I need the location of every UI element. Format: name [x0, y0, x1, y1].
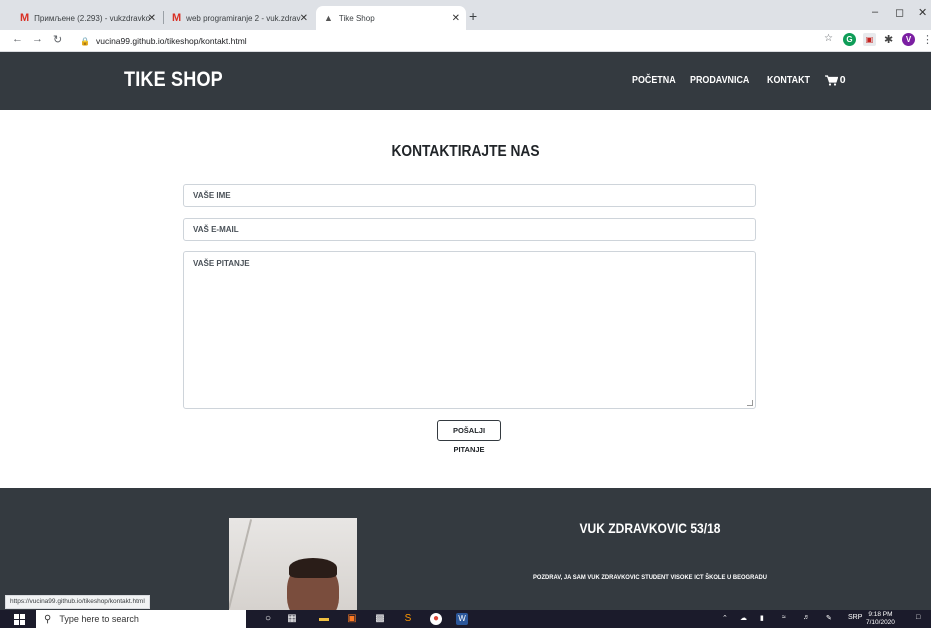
site-icon: ▲	[324, 13, 333, 23]
new-tab-icon[interactable]: +	[469, 8, 477, 24]
question-placeholder: VAŠE PITANJE	[193, 259, 250, 268]
file-explorer-icon[interactable]: ▬	[318, 613, 330, 625]
tab-title: Tike Shop	[338, 13, 375, 23]
close-window-icon[interactable]: ✕	[918, 6, 927, 19]
search-icon: ⚲	[44, 613, 52, 625]
close-icon[interactable]: ✕	[452, 13, 460, 24]
word-icon[interactable]: W	[456, 613, 468, 625]
gmail-icon: M	[20, 12, 30, 24]
maximize-icon[interactable]: ◻	[895, 6, 904, 19]
email-input[interactable]: VAŠ E-MAIL	[183, 218, 756, 241]
tab-title: web programiranje 2 - vuk.zdrav	[186, 13, 301, 23]
close-icon[interactable]: ✕	[148, 13, 156, 24]
onedrive-icon[interactable]: ☁	[740, 614, 747, 622]
author-bio: POZDRAV, JA SAM VUK ZDRAVKOVIC STUDENT V…	[532, 574, 768, 581]
chrome-icon[interactable]: ●	[430, 613, 442, 625]
windows-start-icon[interactable]	[14, 614, 25, 625]
site-header: TIKE SHOP POČETNA PRODAVNICA KONTAKT 0	[0, 52, 931, 110]
grammarly-icon[interactable]: G	[843, 33, 856, 46]
name-placeholder: VAŠE IME	[193, 191, 231, 200]
minimize-icon[interactable]: –	[872, 6, 878, 18]
cart-count: 0	[839, 74, 846, 86]
windows-taskbar: ⚲ Type here to search ○ ▦ ▬ ▣ ▩ S ● W ⌃ …	[0, 610, 931, 628]
browser-tab-active[interactable]: ▲ Tike Shop ✕	[316, 6, 466, 30]
nav-link-kontakt[interactable]: KONTAKT	[767, 74, 810, 86]
xampp-icon[interactable]: ▣	[346, 613, 358, 625]
email-placeholder: VAŠ E-MAIL	[193, 225, 239, 234]
site-footer: VUK ZDRAVKOVIC 53/18 POZDRAV, JA SAM VUK…	[0, 488, 931, 610]
status-url: https://vucina99.github.io/tikeshop/kont…	[5, 595, 150, 609]
taskbar-clock[interactable]: 9:18 PM 7/10/2020	[866, 611, 895, 627]
name-input[interactable]: VAŠE IME	[183, 184, 756, 207]
search-placeholder: Type here to search	[59, 614, 139, 624]
main-nav: POČETNA PRODAVNICA KONTAKT 0	[632, 74, 846, 86]
url-text: vucina99.github.io/tikeshop/kontakt.html	[95, 36, 247, 46]
volume-icon[interactable]: ♬	[803, 614, 810, 621]
clock-time: 9:18 PM	[868, 611, 893, 618]
cart-icon	[824, 74, 838, 86]
language-indicator[interactable]: SRP	[848, 614, 862, 621]
photo-background-line	[229, 519, 253, 609]
notification-icon[interactable]: □	[916, 614, 920, 621]
profile-avatar[interactable]: V	[902, 33, 915, 46]
browser-tab-strip: M Примљене (2.293) - vukzdravko ✕ M web …	[0, 0, 931, 30]
author-photo	[229, 518, 357, 610]
tab-title: Примљене (2.293) - vukzdravko	[34, 13, 151, 23]
brand-logo[interactable]: TIKE SHOP	[124, 68, 223, 92]
forward-icon[interactable]: →	[32, 33, 43, 45]
resize-handle-icon[interactable]	[747, 400, 753, 406]
lock-icon: 🔒	[80, 36, 90, 46]
tray-chevron-icon[interactable]: ⌃	[722, 614, 728, 622]
gmail-icon: M	[172, 12, 182, 24]
question-textarea[interactable]: VAŠE PITANJE	[183, 251, 756, 409]
cart-button[interactable]: 0	[824, 74, 846, 86]
sublime-icon[interactable]: S	[402, 613, 414, 625]
submit-button[interactable]: POŠALJI PITANJE	[437, 420, 501, 454]
address-bar[interactable]: 🔒 vucina99.github.io/tikeshop/kontakt.ht…	[80, 33, 820, 49]
extensions-puzzle-icon[interactable]: ✱	[884, 33, 893, 46]
browser-tab[interactable]: M web programiranje 2 - vuk.zdrav ✕	[164, 6, 314, 30]
extension-icon[interactable]: ▣	[863, 33, 876, 46]
reload-icon[interactable]: ↻	[53, 33, 62, 46]
wifi-icon[interactable]: ≈	[782, 614, 786, 621]
nav-link-pocetna[interactable]: POČETNA	[632, 74, 676, 86]
pen-icon[interactable]: ✎	[826, 614, 832, 622]
photo-hair	[289, 558, 337, 578]
battery-icon[interactable]: ▮	[760, 614, 764, 622]
browser-toolbar: ← → ↻ 🔒 vucina99.github.io/tikeshop/kont…	[0, 30, 931, 52]
cortana-icon[interactable]: ○	[262, 613, 274, 625]
page-title: KONTAKTIRAJTE NAS	[391, 143, 540, 160]
task-view-icon[interactable]: ▦	[286, 613, 298, 625]
back-icon[interactable]: ←	[12, 33, 23, 45]
nav-link-prodavnica[interactable]: PRODAVNICA	[690, 74, 749, 86]
author-name: VUK ZDRAVKOVIC 53/18	[579, 520, 721, 536]
browser-tab[interactable]: M Примљене (2.293) - vukzdravko ✕	[12, 6, 162, 30]
menu-icon[interactable]: ⋮	[922, 33, 931, 46]
clock-date: 7/10/2020	[866, 619, 895, 626]
window-app-icon[interactable]: ▩	[374, 613, 386, 625]
star-icon[interactable]: ☆	[824, 33, 833, 44]
taskbar-search[interactable]: ⚲ Type here to search	[36, 610, 246, 628]
close-icon[interactable]: ✕	[300, 13, 308, 24]
